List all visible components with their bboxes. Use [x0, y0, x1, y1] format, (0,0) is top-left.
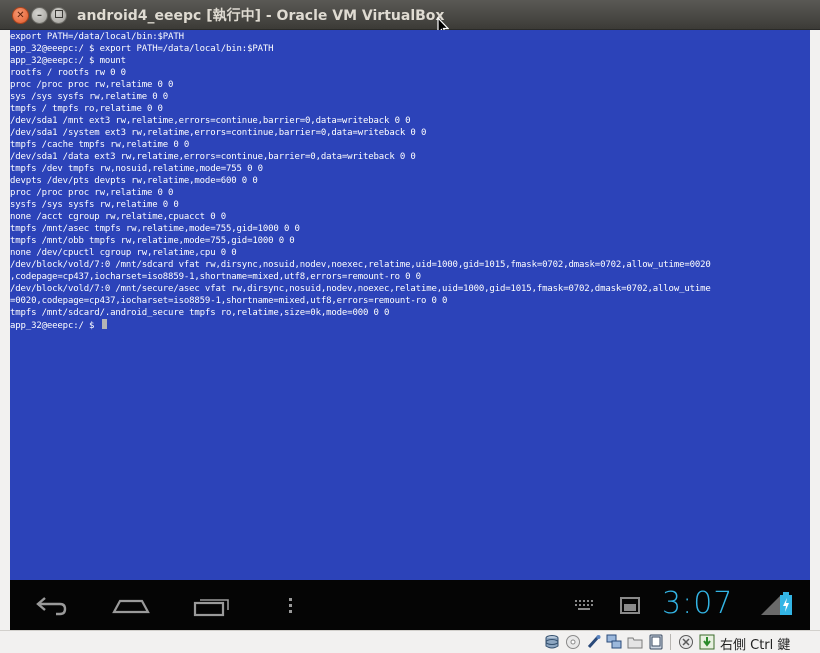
prompt-text: app_32@eeepc:/ $ [10, 321, 100, 331]
title-bar[interactable]: ✕ – android4_eeepc [執行中] - Oracle VM Vir… [0, 0, 820, 37]
usb-icon[interactable] [586, 634, 602, 650]
terminal-line: proc /proc proc rw,relatime 0 0 [10, 188, 174, 198]
terminal-line: /dev/sda1 /system ext3 rw,relatime,error… [10, 128, 427, 138]
terminal-line: tmpfs /mnt/sdcard/.android_secure tmpfs … [10, 308, 390, 318]
android-clock: 3:07 [662, 586, 734, 621]
hard-disk-icon[interactable] [544, 634, 560, 650]
virtualbox-status-bar: 右側 Ctrl 鍵 [0, 630, 820, 653]
keyboard-icon [575, 600, 593, 610]
terminal-line: proc /proc proc rw,relatime 0 0 [10, 80, 174, 90]
maximize-icon [54, 10, 63, 18]
terminal-line: tmpfs /dev tmpfs rw,nosuid,relatime,mode… [10, 164, 263, 174]
terminal-output[interactable]: export PATH=/data/local/bin:$PATH app_32@… [10, 30, 810, 580]
mouse-integration-icon[interactable] [678, 634, 694, 650]
terminal-line: /dev/sda1 /mnt ext3 rw,relatime,errors=c… [10, 116, 411, 126]
android-navigation-bar: 3:07 [10, 580, 810, 630]
terminal-line: /dev/block/vold/7:0 /mnt/secure/asec vfa… [10, 284, 711, 294]
shared-folder-icon[interactable] [627, 634, 643, 650]
back-icon[interactable] [32, 592, 68, 618]
terminal-line: none /dev/cpuctl cgroup rw,relatime,cpu … [10, 248, 237, 258]
terminal-line: tmpfs /mnt/obb tmpfs rw,relatime,mode=75… [10, 236, 295, 246]
close-button[interactable]: ✕ [12, 7, 29, 24]
optical-drive-icon[interactable] [565, 634, 581, 650]
battery-charging-icon [780, 592, 792, 615]
host-key-label: 右側 Ctrl 鍵 [720, 638, 791, 653]
terminal-line: export PATH=/data/local/bin:$PATH [10, 32, 184, 42]
terminal-line: sys /sys sysfs rw,relatime 0 0 [10, 92, 169, 102]
minimize-icon: – [37, 10, 42, 21]
keyboard-capture-icon[interactable] [699, 634, 715, 650]
terminal-line: tmpfs /cache tmpfs rw,relatime 0 0 [10, 140, 190, 150]
display-icon[interactable] [648, 634, 664, 650]
guest-display[interactable]: export PATH=/data/local/bin:$PATH app_32@… [10, 30, 810, 630]
terminal-line: sysfs /sys sysfs rw,relatime 0 0 [10, 200, 179, 210]
recent-apps-icon[interactable] [192, 592, 232, 618]
terminal-line: /dev/block/vold/7:0 /mnt/sdcard vfat rw,… [10, 260, 711, 270]
maximize-button[interactable] [50, 7, 67, 24]
virtualbox-window: ✕ – android4_eeepc [執行中] - Oracle VM Vir… [0, 0, 820, 653]
screenshot-icon [620, 597, 640, 614]
close-icon: ✕ [16, 10, 25, 21]
window-title: android4_eeepc [執行中] - Oracle VM Virtual… [77, 8, 445, 24]
minimize-button[interactable]: – [31, 7, 48, 24]
terminal-line: tmpfs / tmpfs ro,relatime 0 0 [10, 104, 163, 114]
menu-icon[interactable] [286, 592, 296, 618]
terminal-prompt[interactable]: app_32@eeepc:/ $ [10, 319, 107, 331]
terminal-line: devpts /dev/pts devpts rw,relatime,mode=… [10, 176, 258, 186]
terminal-line: tmpfs /mnt/asec tmpfs rw,relatime,mode=7… [10, 224, 300, 234]
terminal-line: app_32@eeepc:/ $ export PATH=/data/local… [10, 44, 274, 54]
terminal-line: rootfs / rootfs rw 0 0 [10, 68, 126, 78]
terminal-line: ,codepage=cp437,iocharset=iso8859-1,shor… [10, 272, 421, 282]
network-icon[interactable] [606, 634, 622, 650]
status-separator [670, 634, 671, 650]
terminal-line: =0020,codepage=cp437,iocharset=iso8859-1… [10, 296, 448, 306]
terminal-line: app_32@eeepc:/ $ mount [10, 56, 126, 66]
terminal-line: none /acct cgroup rw,relatime,cpuacct 0 … [10, 212, 227, 222]
text-cursor [101, 319, 107, 329]
terminal-line: /dev/sda1 /data ext3 rw,relatime,errors=… [10, 152, 416, 162]
home-icon[interactable] [111, 592, 151, 618]
